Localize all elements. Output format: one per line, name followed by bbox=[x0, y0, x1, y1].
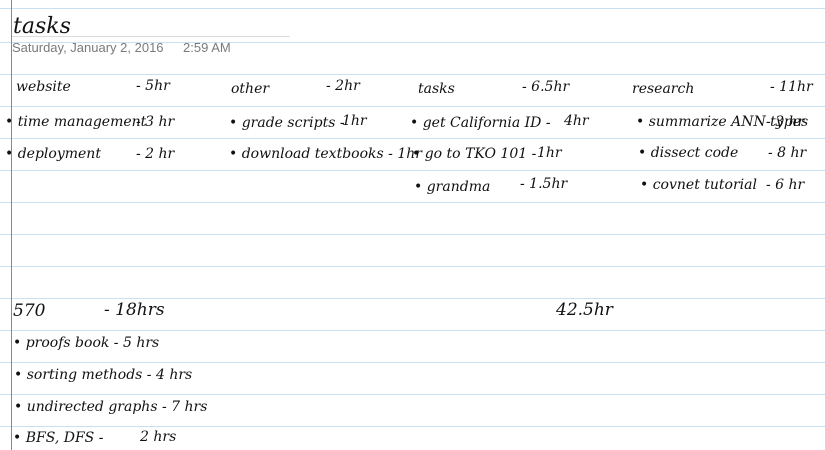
website-item-1-hours: - 3 hr bbox=[136, 114, 175, 130]
tasks-item-1-hours: 4hr bbox=[564, 113, 589, 129]
other-total: - 2hr bbox=[326, 78, 360, 94]
course-item-4-hours: 2 hrs bbox=[140, 429, 177, 445]
website-item-2: • deployment bbox=[5, 146, 101, 162]
research-item-3: • covnet tutorial bbox=[640, 177, 757, 193]
other-item-1-hours: 1hr bbox=[342, 113, 367, 129]
research-item-2-hours: - 8 hr bbox=[768, 145, 807, 161]
course-item-3: • undirected graphs - 7 hrs bbox=[14, 399, 208, 415]
other-heading: other bbox=[231, 81, 270, 97]
other-item-1: • grade scripts - bbox=[229, 115, 345, 131]
other-item-2: • download textbooks - 1hr bbox=[229, 146, 422, 162]
research-item-2: • dissect code bbox=[638, 145, 739, 161]
course-item-2: • sorting methods - 4 hrs bbox=[14, 367, 193, 383]
tasks-item-3-hours: - 1.5hr bbox=[520, 176, 568, 192]
website-item-2-hours: - 2 hr bbox=[136, 146, 175, 162]
item-text: get California ID - bbox=[422, 115, 551, 131]
title-underline bbox=[12, 36, 290, 37]
item-text: undirected graphs - 7 hrs bbox=[26, 399, 208, 415]
page-date: Saturday, January 2, 2016 bbox=[12, 40, 164, 55]
course-item-4: • BFS, DFS - bbox=[13, 430, 104, 446]
item-text: deployment bbox=[17, 146, 101, 162]
item-text: BFS, DFS - bbox=[25, 430, 104, 446]
item-text: go to TKO 101 - bbox=[424, 146, 537, 162]
item-text: covnet tutorial bbox=[652, 177, 757, 193]
item-text: grandma bbox=[426, 179, 491, 195]
tasks-item-2: • go to TKO 101 - bbox=[412, 146, 537, 162]
tasks-item-1: • get California ID - bbox=[410, 115, 551, 131]
item-text: download textbooks - 1hr bbox=[241, 146, 422, 162]
grand-total: 42.5hr bbox=[556, 300, 613, 320]
research-item-1-hours: - 3 hr bbox=[766, 114, 805, 130]
item-text: dissect code bbox=[650, 145, 739, 161]
tasks-item-3: • grandma bbox=[414, 179, 491, 195]
course-total: - 18hrs bbox=[104, 300, 165, 320]
tasks-heading: tasks bbox=[418, 81, 455, 97]
item-text: time management bbox=[17, 114, 147, 130]
course-item-1: • proofs book - 5 hrs bbox=[13, 335, 160, 351]
item-text: sorting methods - 4 hrs bbox=[26, 367, 193, 383]
research-item-3-hours: - 6 hr bbox=[766, 177, 805, 193]
research-heading: research bbox=[632, 81, 695, 97]
website-heading: website bbox=[16, 79, 71, 95]
page-time: 2:59 AM bbox=[183, 40, 231, 55]
item-text: proofs book - 5 hrs bbox=[25, 335, 160, 351]
item-text: grade scripts - bbox=[241, 115, 345, 131]
course-heading: 570 bbox=[13, 301, 46, 321]
notebook-page[interactable]: tasks Saturday, January 2, 2016 2:59 AM … bbox=[0, 0, 825, 450]
margin-line bbox=[11, 0, 12, 450]
tasks-total: - 6.5hr bbox=[522, 79, 570, 95]
website-total: - 5hr bbox=[136, 78, 170, 94]
website-item-1: • time management bbox=[5, 114, 147, 130]
research-total: - 11hr bbox=[770, 79, 813, 95]
tasks-item-2-hours: 1hr bbox=[537, 145, 562, 161]
